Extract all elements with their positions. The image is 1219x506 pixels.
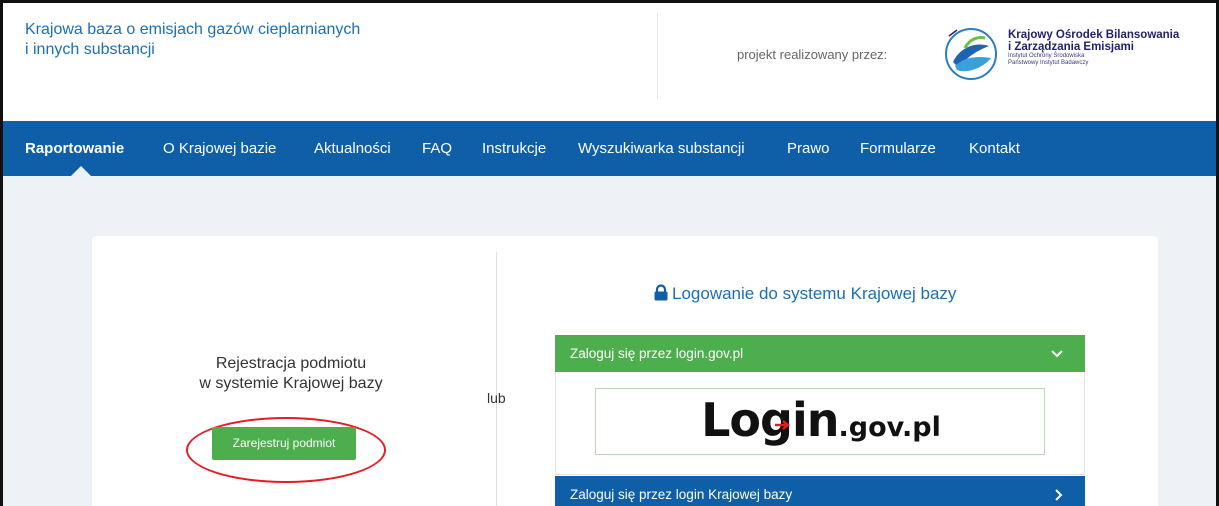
nav-item-wyszukiwarka-substancji[interactable]: Wyszukiwarka substancji [578,121,745,176]
login-gov-accordion-header[interactable]: Zaloguj się przez login.gov.pl [555,335,1085,372]
registration-text-line1: Rejestracja podmiotu [215,355,367,372]
login-local-label: Zaloguj się przez login Krajowej bazy [570,487,793,502]
partner-line3: Instytut Ochrony Środowiska [1008,53,1085,59]
project-label: projekt realizowany przez: [737,47,888,62]
nav-item-aktualnosci[interactable]: Aktualności [314,121,391,176]
kobize-logo-text[interactable]: Krajowy Ośrodek Bilansowania i Zarządzan… [1008,29,1179,67]
partner-line4: Państwowy Instytut Badawczy [1008,60,1089,66]
chevron-right-icon [1055,476,1063,506]
chevron-down-icon [1051,335,1063,372]
site-title[interactable]: Krajowa baza o emisjach gazów cieplarnia… [25,20,445,60]
browser-frame: Krajowa baza o emisjach gazów cieplarnia… [0,0,1219,506]
login-heading: Logowanie do systemu Krajowej bazy [653,284,956,304]
nav-item-o-krajowej-bazie[interactable]: O Krajowej bazie [163,121,276,176]
register-entity-button[interactable]: Zarejestruj podmiot [212,427,356,460]
active-nav-indicator [71,166,91,176]
site-header: Krajowa baza o emisjach gazów cieplarnia… [3,3,1216,121]
nav-item-prawo[interactable]: Prawo [787,121,830,176]
nav-item-kontakt[interactable]: Kontakt [969,121,1020,176]
kobize-logo-icon[interactable] [943,26,999,82]
login-gov-button[interactable]: Login.gov.pl [595,388,1045,455]
nav-item-faq[interactable]: FAQ [422,121,452,176]
partner-line1: Krajowy Ośrodek Bilansowania [1008,29,1180,41]
site-title-line1: Krajowa baza o emisjach gazów cieplarnia… [25,21,361,38]
header-divider [657,13,658,99]
login-heading-text: Logowanie do systemu Krajowej bazy [672,284,957,303]
site-title-line2: i innych substancji [25,41,155,58]
login-gov-logo-main: Login [701,393,839,447]
login-gov-logo-domain: .gov.pl [838,412,941,443]
login-arrow-icon [775,420,790,430]
login-gov-label: Zaloguj się przez login.gov.pl [570,346,744,361]
main-navbar: Raportowanie O Krajowej bazie Aktualnośc… [3,121,1216,176]
registration-text: Rejestracja podmiotu w systemie Krajowej… [158,354,424,394]
lock-icon [654,284,668,301]
card-divider [496,252,497,506]
login-local-accordion-header[interactable]: Zaloguj się przez login Krajowej bazy [555,476,1085,506]
login-gov-logo: Login.gov.pl [596,393,1046,447]
partner-line2: i Zarządzania Emisjami [1008,41,1134,53]
nav-item-instrukcje[interactable]: Instrukcje [482,121,546,176]
registration-text-line2: w systemie Krajowej bazy [199,375,383,392]
or-separator: lub [487,390,506,406]
nav-item-formularze[interactable]: Formularze [860,121,936,176]
